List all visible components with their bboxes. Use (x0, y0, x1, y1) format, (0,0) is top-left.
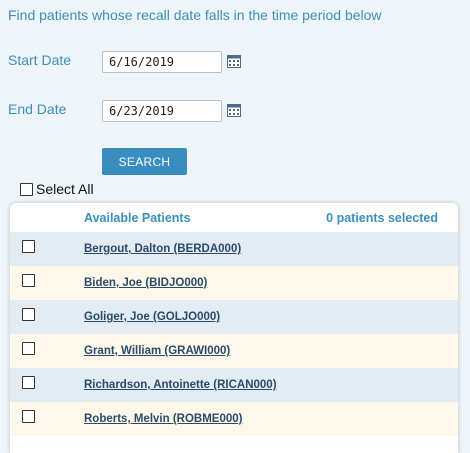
patient-row: Roberts, Melvin (ROBME000) (10, 402, 458, 436)
patient-checkbox[interactable] (22, 308, 35, 321)
select-all-checkbox[interactable] (20, 182, 33, 196)
patient-row: Richardson, Antoinette (RICAN000) (10, 368, 458, 402)
patient-row: Biden, Joe (BIDJO000) (10, 266, 458, 300)
start-date-calendar-icon[interactable] (227, 55, 241, 68)
patient-link[interactable]: Biden, Joe (BIDJO000) (84, 277, 207, 289)
patient-row: Goliger, Joe (GOLJO000) (10, 300, 458, 334)
panel-header: Available Patients 0 patients selected (10, 203, 458, 232)
start-date-label: Start Date (8, 52, 72, 68)
patient-checkbox[interactable] (22, 342, 35, 355)
panel-title: Available Patients (84, 211, 191, 225)
select-all-label: Select All (36, 181, 94, 197)
patient-checkbox[interactable] (22, 410, 35, 423)
end-date-input[interactable] (102, 100, 222, 122)
patient-checkbox[interactable] (22, 274, 35, 287)
patient-link[interactable]: Goliger, Joe (GOLJO000) (84, 311, 220, 323)
selected-count: 0 patients selected (326, 211, 438, 225)
patient-link[interactable]: Roberts, Melvin (ROBME000) (84, 413, 242, 425)
patient-row: Grant, William (GRAWI000) (10, 334, 458, 368)
patient-checkbox[interactable] (22, 240, 35, 253)
select-all-control: Select All (20, 181, 94, 197)
end-date-calendar-icon[interactable] (227, 104, 241, 117)
patient-link[interactable]: Bergout, Dalton (BERDA000) (84, 243, 241, 255)
patients-panel: Available Patients 0 patients selected B… (10, 203, 458, 453)
patient-row: Bergout, Dalton (BERDA000) (10, 232, 458, 266)
patient-link[interactable]: Richardson, Antoinette (RICAN000) (84, 379, 277, 391)
start-date-input[interactable] (102, 51, 222, 73)
patient-checkbox[interactable] (22, 376, 35, 389)
search-button[interactable]: SEARCH (102, 148, 187, 175)
end-date-label: End Date (8, 101, 67, 117)
patient-link[interactable]: Grant, William (GRAWI000) (84, 345, 230, 357)
instructions-text: Find patients whose recall date falls in… (8, 7, 382, 23)
